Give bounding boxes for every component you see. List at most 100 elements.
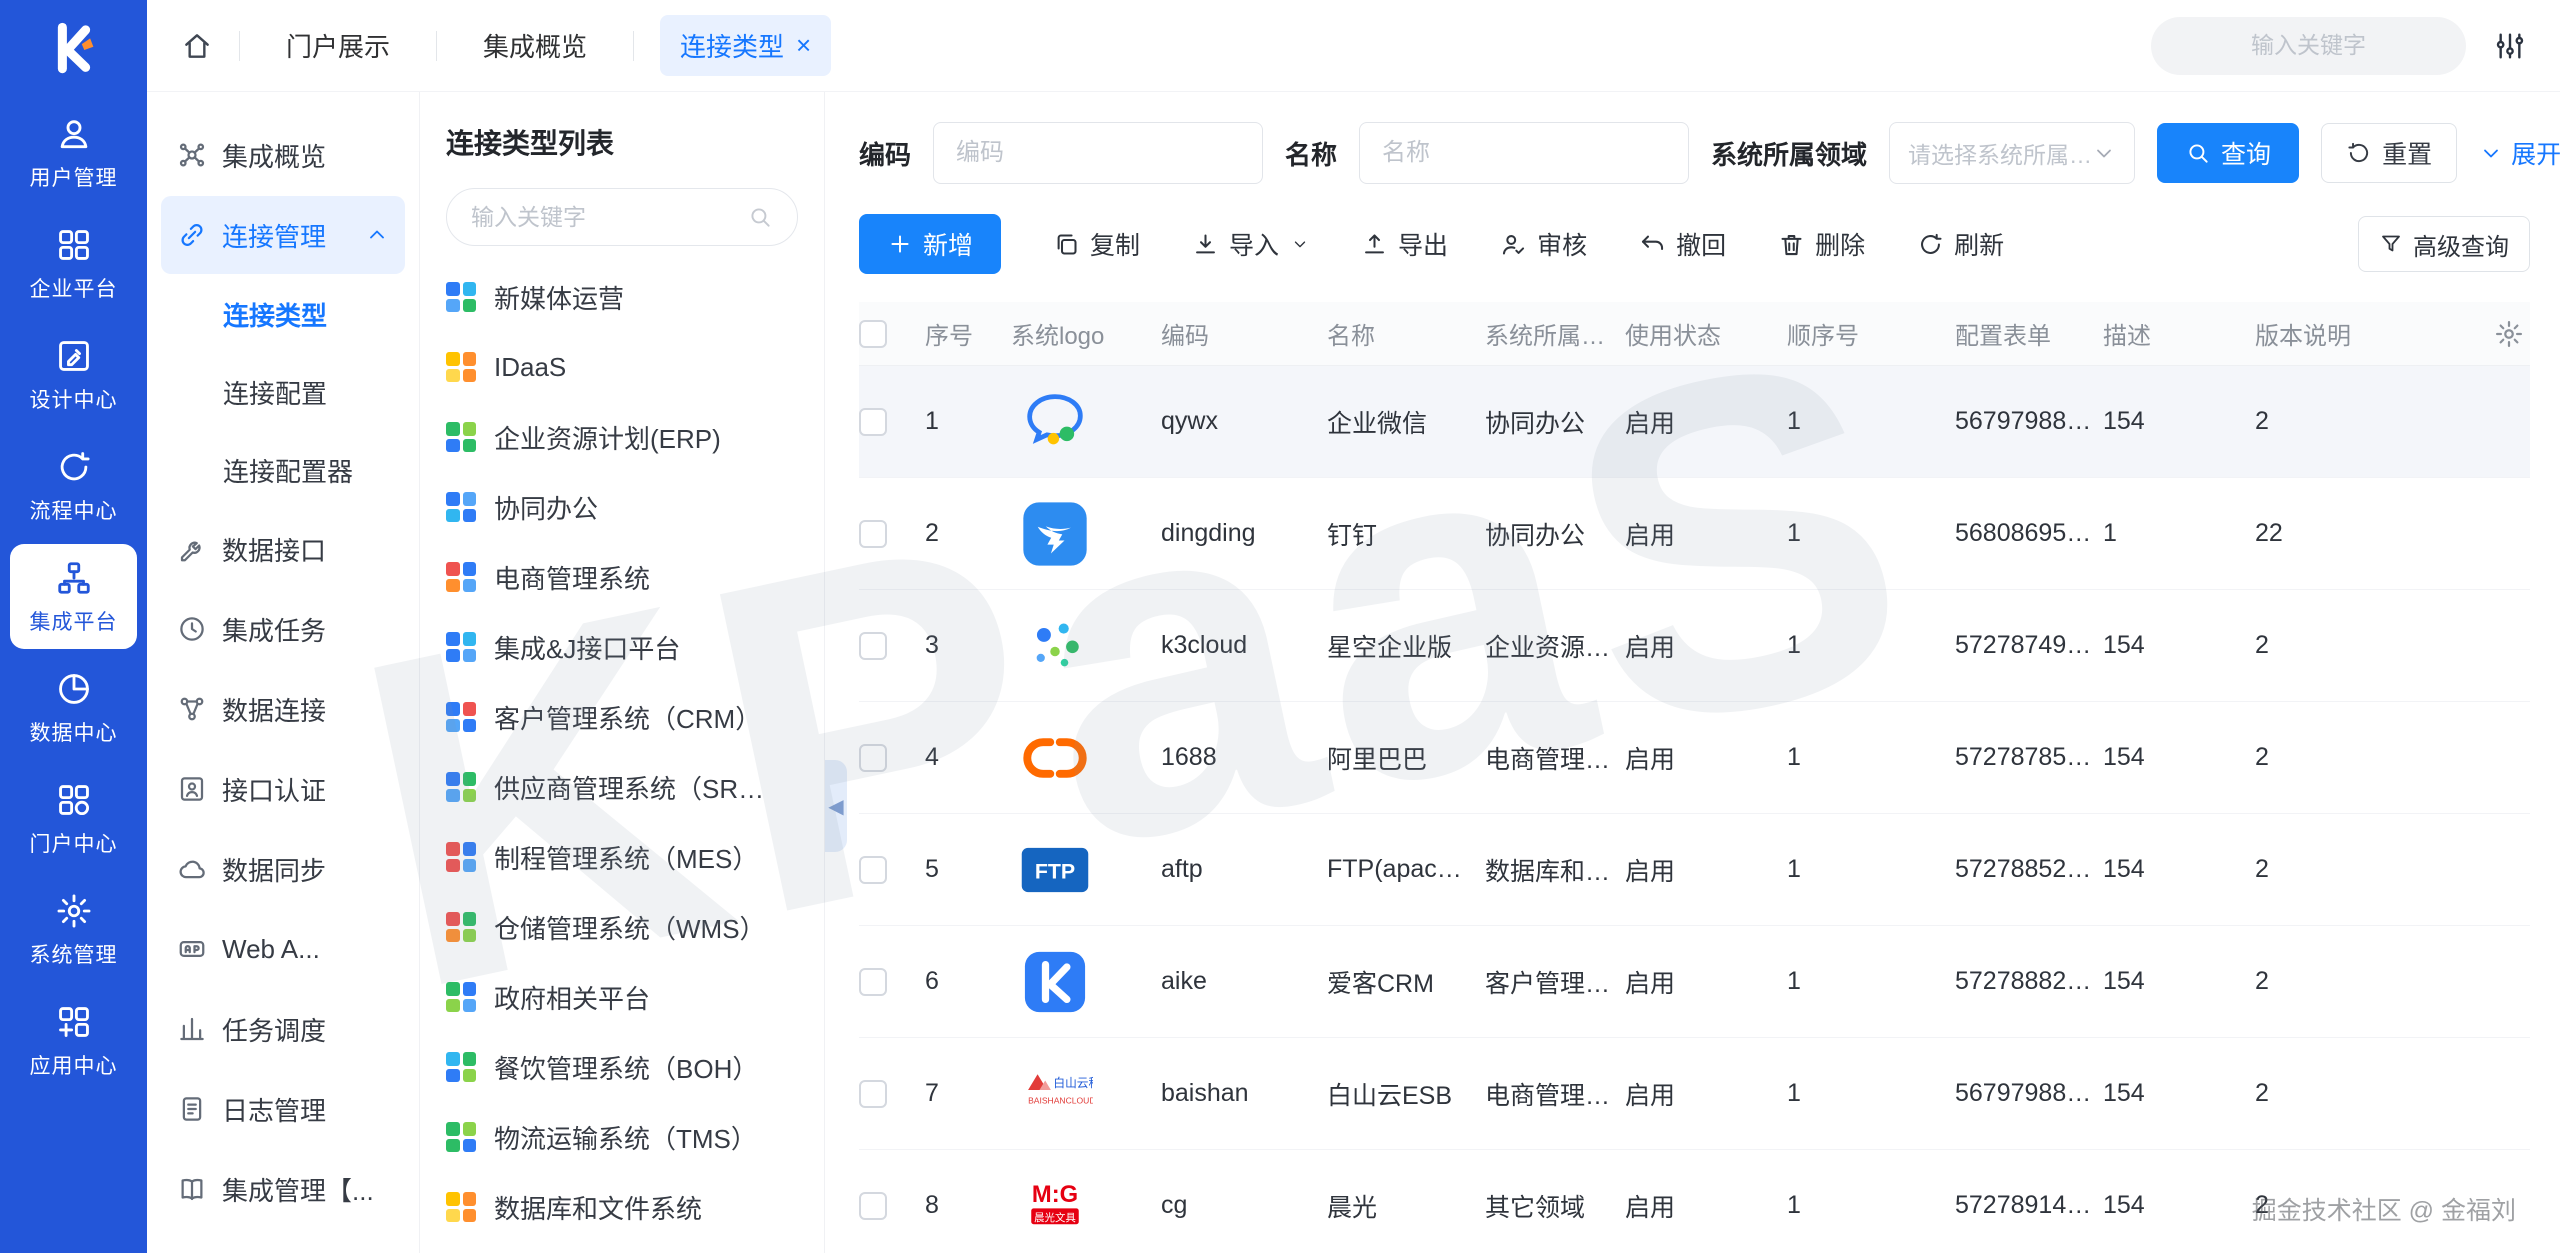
- rail-item-design-center[interactable]: 设计中心: [10, 322, 137, 427]
- row-checkbox[interactable]: [859, 856, 887, 884]
- connection-type-item[interactable]: 仓储管理系统（WMS）: [446, 892, 798, 962]
- code-input[interactable]: [933, 122, 1263, 184]
- expand-link[interactable]: 展开: [2479, 135, 2560, 171]
- connection-type-item[interactable]: 全渠道新零售: [446, 1242, 798, 1253]
- home-button[interactable]: [181, 30, 213, 62]
- modnav-item-data-sync[interactable]: 数据同步: [161, 830, 405, 908]
- modnav-item-overview[interactable]: 集成概览: [161, 116, 405, 194]
- type-search[interactable]: [446, 188, 798, 246]
- modnav-item-connection-management[interactable]: 连接管理: [161, 196, 405, 274]
- search-button-label: 查询: [2221, 135, 2271, 171]
- modnav-subitem-connection-type[interactable]: 连接类型: [161, 276, 405, 352]
- rail-item-enterprise-platform[interactable]: 企业平台: [10, 211, 137, 316]
- row-checkbox[interactable]: [859, 1080, 887, 1108]
- row-checkbox[interactable]: [859, 408, 887, 436]
- export-button[interactable]: 导出: [1361, 226, 1448, 262]
- modnav-item-web-api[interactable]: Web A...: [161, 910, 405, 988]
- primary-sidebar: 用户管理 企业平台 设计中心 流程中心 集成平台 数据中心: [0, 0, 147, 1253]
- row-status: 启用: [1625, 964, 1787, 1000]
- topbar-filter-button[interactable]: [2494, 30, 2526, 62]
- delete-button[interactable]: 删除: [1778, 226, 1865, 262]
- connection-type-item[interactable]: 客户管理系统（CRM）: [446, 682, 798, 752]
- modnav-item-log-management[interactable]: 日志管理: [161, 1070, 405, 1148]
- connection-type-item[interactable]: 协同办公: [446, 472, 798, 542]
- tab-connection-type[interactable]: 连接类型 ×: [660, 15, 831, 76]
- row-checkbox[interactable]: [859, 968, 887, 996]
- add-button[interactable]: 新增: [859, 214, 1001, 274]
- panel-collapse-handle[interactable]: ◀: [825, 760, 847, 852]
- connection-type-item[interactable]: IDaaS: [446, 332, 798, 402]
- connection-type-item[interactable]: 供应商管理系统（SR…: [446, 752, 798, 822]
- row-status: 启用: [1625, 740, 1787, 776]
- tab-portal-display[interactable]: 门户展示: [266, 15, 410, 76]
- topbar-search[interactable]: [2151, 17, 2466, 75]
- rail-item-data-center[interactable]: 数据中心: [10, 655, 137, 760]
- modnav-item-integration-task[interactable]: 集成任务: [161, 590, 405, 668]
- row-checkbox[interactable]: [859, 1192, 887, 1220]
- copy-button[interactable]: 复制: [1053, 226, 1140, 262]
- rail-item-label: 企业平台: [30, 273, 118, 303]
- rail-item-process-center[interactable]: 流程中心: [10, 433, 137, 538]
- rail-item-app-center[interactable]: 应用中心: [10, 988, 137, 1093]
- connection-type-item[interactable]: 数据库和文件系统: [446, 1172, 798, 1242]
- row-order: 1: [1787, 631, 1955, 660]
- modnav-subitem-connection-config[interactable]: 连接配置: [161, 354, 405, 430]
- table-row[interactable]: 3 k3cloud 星空企业版 企业资源… 启用 1 57278749… 154…: [859, 590, 2530, 702]
- type-search-input[interactable]: [471, 204, 737, 231]
- connection-type-item[interactable]: 新媒体运营: [446, 262, 798, 332]
- close-icon[interactable]: ×: [796, 30, 811, 61]
- select-all-checkbox[interactable]: [859, 320, 887, 348]
- name-input[interactable]: [1359, 122, 1689, 184]
- table-row[interactable]: 5 FTP aftp FTP(apac… 数据库和… 启用 1 57278852…: [859, 814, 2530, 926]
- rail-item-integration-platform[interactable]: 集成平台: [10, 544, 137, 649]
- row-config-form: 57278914…: [1955, 1191, 2103, 1220]
- rail-item-user-management[interactable]: 用户管理: [10, 100, 137, 205]
- connection-type-item[interactable]: 集成&J接口平台: [446, 612, 798, 682]
- audit-button[interactable]: 审核: [1500, 226, 1587, 262]
- panel-title: 连接类型列表: [446, 122, 798, 162]
- modnav-subitem-connection-configurator[interactable]: 连接配置器: [161, 432, 405, 508]
- connection-type-item[interactable]: 餐饮管理系统（BOH）: [446, 1032, 798, 1102]
- type-label: 企业资源计划(ERP): [494, 419, 721, 456]
- row-code: 1688: [1161, 743, 1327, 772]
- tab-integration-overview[interactable]: 集成概览: [463, 15, 607, 76]
- modnav-item-interface-auth[interactable]: 接口认证: [161, 750, 405, 828]
- rail-item-label: 数据中心: [30, 717, 118, 747]
- rail-item-system-management[interactable]: 系统管理: [10, 877, 137, 982]
- table-row[interactable]: 8 M:G晨光文具 cg 晨光 其它领域 启用 1 57278914… 154 …: [859, 1150, 2530, 1253]
- modnav-item-integration-management[interactable]: 集成管理【...: [161, 1150, 405, 1228]
- table-row[interactable]: 4 1688 阿里巴巴 电商管理… 启用 1 57278785… 154 2: [859, 702, 2530, 814]
- type-grid-icon: [446, 282, 476, 312]
- logo-k3cloud-icon: [1015, 606, 1095, 686]
- connection-type-item[interactable]: 政府相关平台: [446, 962, 798, 1032]
- connection-type-item[interactable]: 企业资源计划(ERP): [446, 402, 798, 472]
- row-checkbox[interactable]: [859, 744, 887, 772]
- search-button[interactable]: 查询: [2157, 123, 2299, 183]
- row-checkbox[interactable]: [859, 632, 887, 660]
- table-row[interactable]: 2 dingding 钉钉 协同办公 启用 1 56808695… 1 22: [859, 478, 2530, 590]
- domain-select[interactable]: 请选择系统所属…: [1889, 122, 2135, 184]
- row-checkbox[interactable]: [859, 520, 887, 548]
- row-code: baishan: [1161, 1079, 1327, 1108]
- column-settings-gear-icon[interactable]: [2494, 319, 2524, 349]
- table-row[interactable]: 7 白山云科技BAISHANCLOUD baishan 白山云ESB 电商管理……: [859, 1038, 2530, 1150]
- connection-type-item[interactable]: 物流运输系统（TMS）: [446, 1102, 798, 1172]
- type-grid-icon: [446, 492, 476, 522]
- advanced-query-button[interactable]: 高级查询: [2358, 216, 2530, 272]
- rail-item-portal-center[interactable]: 门户中心: [10, 766, 137, 871]
- connection-type-item[interactable]: 电商管理系统: [446, 542, 798, 612]
- modnav-item-task-schedule[interactable]: 任务调度: [161, 990, 405, 1068]
- connection-type-item[interactable]: 制程管理系统（MES）: [446, 822, 798, 892]
- refresh-button[interactable]: 刷新: [1917, 226, 2004, 262]
- topbar-search-input[interactable]: [2179, 32, 2438, 59]
- reset-button[interactable]: 重置: [2321, 123, 2457, 183]
- modnav-item-data-interface[interactable]: 数据接口: [161, 510, 405, 588]
- column-header-status: 使用状态: [1625, 316, 1787, 351]
- kpaas-logo[interactable]: [0, 0, 147, 96]
- modnav-item-data-connection[interactable]: 数据连接: [161, 670, 405, 748]
- recall-button[interactable]: 撤回: [1639, 226, 1726, 262]
- table-row[interactable]: 1 qywx 企业微信 协同办公 启用 1 56797988… 154 2: [859, 366, 2530, 478]
- table-row[interactable]: 6 aike 爱客CRM 客户管理… 启用 1 57278882… 154 2: [859, 926, 2530, 1038]
- data-table: 序号 系统logo 编码 名称 系统所属… 使用状态 顺序号 配置表单 描述 版…: [859, 302, 2530, 1253]
- import-button[interactable]: 导入: [1192, 226, 1309, 262]
